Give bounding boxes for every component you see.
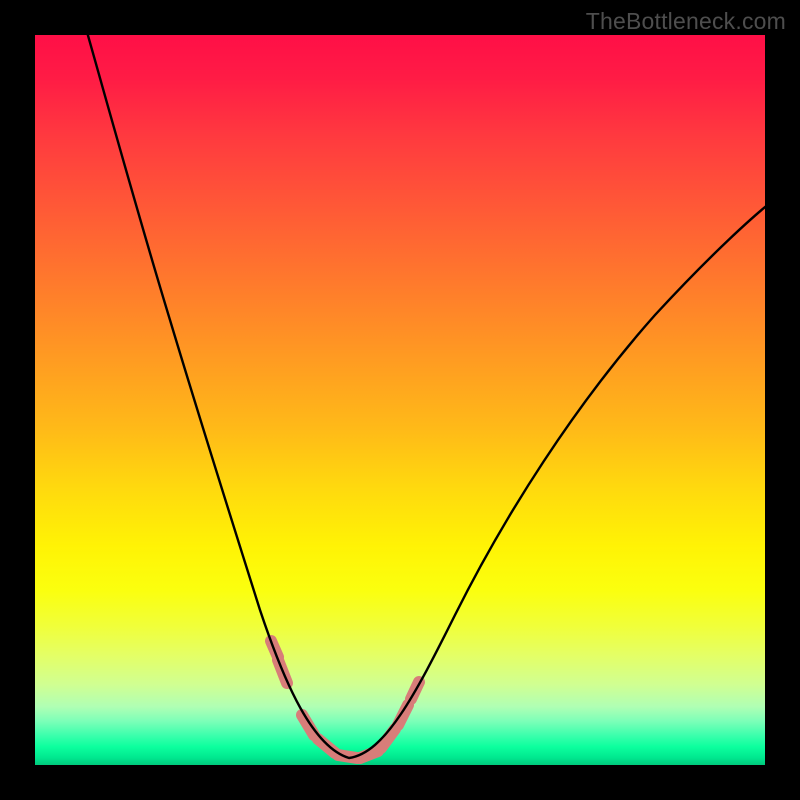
- bottleneck-curve: [85, 35, 765, 758]
- watermark-label: TheBottleneck.com: [586, 8, 786, 35]
- chart-plot-area: [35, 35, 765, 765]
- band-markers: [271, 641, 419, 758]
- chart-svg: [35, 35, 765, 765]
- chart-frame: TheBottleneck.com: [0, 0, 800, 800]
